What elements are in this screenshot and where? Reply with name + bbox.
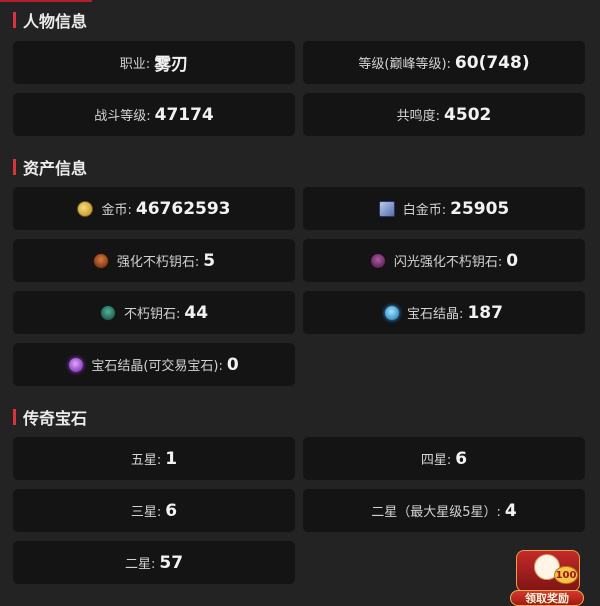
card-value: 6 (455, 448, 468, 469)
top-accent-line (0, 0, 92, 2)
assets-grid: 金币: 46762593 白金币: 25905 强化不朽钥石: 5 闪光强化不朽… (13, 187, 585, 386)
shiny-keystone-card: 闪光强化不朽钥石: 0 (303, 239, 585, 282)
card-label: 宝石结晶(可交易宝石): (91, 359, 223, 374)
section-title-text: 传奇宝石 (23, 409, 88, 428)
four-star-card: 四星: 6 (303, 437, 585, 480)
three-star-card: 三星: 6 (13, 489, 295, 532)
combat-level-card: 战斗等级: 47174 (13, 93, 295, 136)
card-label: 三星: (130, 505, 162, 520)
resonance-card: 共鸣度: 4502 (303, 93, 585, 136)
card-label: 金币: (101, 203, 132, 218)
card-value: 60(748) (454, 52, 530, 73)
card-value: 187 (467, 302, 503, 323)
shiny-enhanced-keystone-icon (369, 252, 386, 269)
reward-widget[interactable]: 100 领取奖励 (508, 546, 586, 606)
section-title-text: 资产信息 (23, 159, 88, 178)
card-label: 五星: (130, 453, 162, 468)
platinum-card: 白金币: 25905 (303, 187, 585, 230)
card-label: 白金币: (402, 203, 447, 218)
class-card: 职业: 雾刃 (13, 41, 295, 84)
card-label: 二星: (124, 557, 156, 572)
section-marker (13, 12, 16, 28)
card-label: 战斗等级: (94, 109, 151, 124)
card-value: 0 (506, 250, 519, 271)
section-character-title: 人物信息 (13, 7, 87, 33)
gold-coin-icon (77, 200, 94, 217)
card-value: 4502 (444, 104, 492, 125)
card-label: 宝石结晶: (407, 307, 464, 322)
claim-reward-button[interactable]: 领取奖励 (510, 590, 584, 606)
card-label: 四星: (420, 453, 452, 468)
platinum-coin-icon (378, 200, 395, 217)
tradable-gem-crystal-card: 宝石结晶(可交易宝石): 0 (13, 343, 295, 386)
section-assets-title: 资产信息 (13, 154, 87, 180)
gem-crystal-card: 宝石结晶: 187 (303, 291, 585, 334)
character-info-grid: 职业: 雾刃 等级(巅峰等级): 60(748) 战斗等级: 47174 共鸣度… (13, 41, 585, 136)
card-label: 闪光强化不朽钥石: (393, 255, 503, 270)
page: 人物信息 职业: 雾刃 等级(巅峰等级): 60(748) 战斗等级: 4717… (0, 0, 600, 606)
card-value: 6 (165, 500, 178, 521)
card-label: 职业: (119, 57, 151, 72)
card-value: 25905 (450, 198, 510, 219)
card-value: 1 (165, 448, 178, 469)
tradable-gem-crystal-icon (69, 357, 84, 372)
section-marker (13, 159, 16, 175)
card-label: 共鸣度: (396, 109, 441, 124)
reward-badge: 100 (554, 566, 578, 584)
card-value: 0 (226, 354, 239, 375)
card-value: 47174 (154, 104, 214, 125)
five-star-card: 五星: 1 (13, 437, 295, 480)
immortal-keystone-card: 不朽钥石: 44 (13, 291, 295, 334)
enhanced-keystone-card: 强化不朽钥石: 5 (13, 239, 295, 282)
two-star-card: 二星: 57 (13, 541, 295, 584)
legendary-gems-grid: 五星: 1 四星: 6 三星: 6 二星（最大星级5星）: 4 二星: 57 (13, 437, 585, 584)
level-card: 等级(巅峰等级): 60(748) (303, 41, 585, 84)
gem-crystal-icon (385, 305, 400, 320)
card-label: 强化不朽钥石: (116, 255, 200, 270)
card-value: 57 (159, 552, 184, 573)
two-star-max-card: 二星（最大星级5星）: 4 (303, 489, 585, 532)
gold-card: 金币: 46762593 (13, 187, 295, 230)
card-label: 二星（最大星级5星）: (371, 505, 501, 520)
card-value: 5 (203, 250, 216, 271)
section-legendary-gems-title: 传奇宝石 (13, 404, 87, 430)
card-value: 雾刃 (154, 55, 189, 75)
section-title-text: 人物信息 (23, 12, 88, 31)
card-label: 不朽钥石: (123, 307, 181, 322)
card-value: 4 (504, 500, 517, 521)
card-value: 44 (184, 302, 209, 323)
section-marker (13, 409, 16, 425)
card-value: 46762593 (135, 198, 231, 219)
immortal-keystone-icon (99, 304, 116, 321)
card-label: 等级(巅峰等级): (358, 57, 451, 72)
enhanced-immortal-keystone-icon (92, 252, 109, 269)
